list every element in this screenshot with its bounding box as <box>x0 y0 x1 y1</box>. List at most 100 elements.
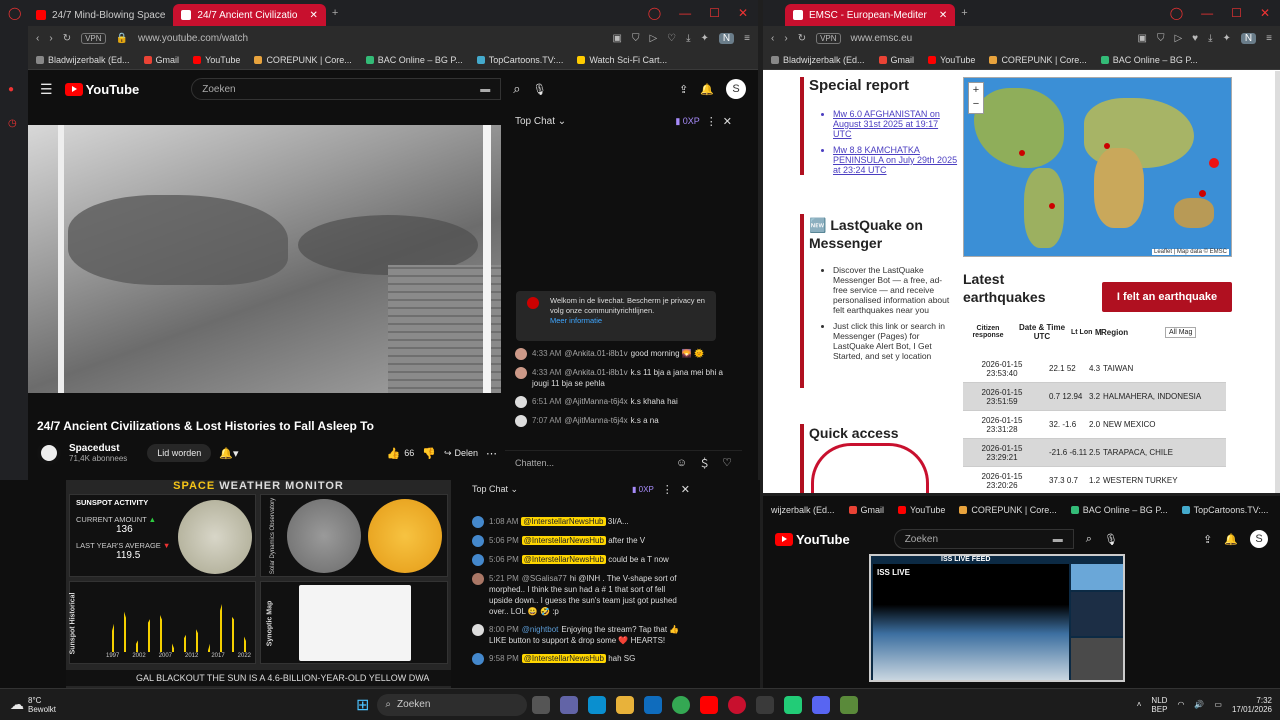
iss-video-player[interactable]: ISS LIVE FEED ISS LIVE <box>869 554 1125 682</box>
space-weather-monitor[interactable]: SPACE WEATHER MONITOR SUNSPOT ACTIVITY C… <box>66 480 451 688</box>
vpn-badge[interactable]: VPN <box>816 32 841 44</box>
bookmark-item[interactable]: BAC Online – BG P... <box>1100 55 1198 65</box>
chat-input[interactable]: Chatten... <box>515 458 664 468</box>
reload-icon[interactable]: ↻ <box>63 33 71 44</box>
quick-access-icons[interactable] <box>811 443 929 493</box>
dislike-icon[interactable]: 👎 <box>422 447 436 460</box>
close-chat-icon[interactable]: ✕ <box>681 483 690 496</box>
edge-icon[interactable] <box>588 695 607 714</box>
xp-badge[interactable]: ▮ 0XP <box>632 485 654 494</box>
chevron-up-icon[interactable]: ˄ <box>1137 700 1142 709</box>
play-icon[interactable]: ▷ <box>649 33 657 44</box>
map-attribution[interactable]: Leaflet | Map data © EMSC <box>1151 249 1229 255</box>
bookmark-item[interactable]: BAC Online – BG P... <box>1070 505 1168 515</box>
menu-icon[interactable]: ≡ <box>1266 33 1272 44</box>
wifi-icon[interactable]: ◠ <box>1177 700 1184 709</box>
url-field[interactable]: www.youtube.com/watch <box>138 33 248 44</box>
close-tab-icon[interactable]: ✕ <box>939 10 947 21</box>
start-button[interactable]: ⊞ <box>356 695 369 715</box>
bookmark-item[interactable]: wijzerbalk (Ed... <box>771 505 835 515</box>
profile-icon[interactable]: N <box>1240 32 1257 44</box>
video-player[interactable] <box>28 125 501 393</box>
keyboard-icon[interactable]: ▬ <box>480 84 490 95</box>
sidebar-red-icon[interactable]: ● <box>8 84 14 95</box>
bookmark-item[interactable]: TopCartoons.TV:... <box>476 55 563 65</box>
close-chat-icon[interactable]: ✕ <box>723 115 732 128</box>
shield-icon[interactable]: ⛉ <box>1157 33 1165 44</box>
bookmark-item[interactable]: BAC Online – BG P... <box>365 55 463 65</box>
bell-icon[interactable]: 🔔 <box>1224 533 1238 546</box>
camera-icon[interactable]: ▣ <box>1138 33 1147 44</box>
tab-emsc[interactable]: EMSC - European-Mediter ✕ <box>785 4 956 26</box>
bookmark-item[interactable]: Bladwijzerbalk (Ed... <box>36 55 130 65</box>
upload-icon[interactable]: ⇪ <box>1203 533 1212 546</box>
search-input[interactable]: Zoeken ▬ <box>191 78 502 100</box>
more-info-link[interactable]: Meer informatie <box>550 316 602 325</box>
task-view-icon[interactable] <box>532 695 551 714</box>
outlook-icon[interactable] <box>644 695 663 714</box>
bookmark-item[interactable]: Bladwijzerbalk (Ed... <box>771 55 865 65</box>
new-tab-icon[interactable]: + <box>961 7 967 19</box>
tab-space[interactable]: 24/7 Mind-Blowing Space <box>28 4 173 26</box>
report-link[interactable]: Mw 6.0 AFGHANISTAN on August 31st 2025 a… <box>833 109 958 139</box>
maximize-icon[interactable]: ☐ <box>709 6 720 20</box>
reload-icon[interactable]: ↻ <box>798 33 806 44</box>
join-button[interactable]: Lid worden <box>147 444 212 462</box>
channel-avatar[interactable] <box>37 441 61 465</box>
youtube-logo[interactable]: YouTube <box>64 82 139 97</box>
battery-icon[interactable]: ▭ <box>1214 700 1222 709</box>
table-row[interactable]: 2026-01-15 23:51:59 0.7 12.94 3.2 HALMAHERA,… <box>963 383 1226 411</box>
back-icon[interactable]: ‹ <box>771 33 774 44</box>
table-row[interactable]: 2026-01-15 23:53:40 22.1 52 4.3 TAIWAN <box>963 355 1226 383</box>
table-row[interactable]: 2026-01-15 23:31:28 32. -1.6 2.0 NEW MEXICO <box>963 411 1226 439</box>
quake-marker[interactable] <box>1019 150 1025 156</box>
bookmark-item[interactable]: Gmail <box>143 55 179 65</box>
like-button[interactable]: 👍 66 <box>387 447 415 460</box>
volume-icon[interactable]: 🔊 <box>1194 700 1204 709</box>
zoom-controls[interactable]: + − <box>968 82 984 114</box>
quake-marker[interactable] <box>1209 158 1219 168</box>
teams-icon[interactable] <box>560 695 579 714</box>
search-input[interactable]: Zoeken ▬ <box>893 529 1074 549</box>
close-window-icon[interactable]: ✕ <box>1260 6 1270 20</box>
profile-icon[interactable]: N <box>718 32 735 44</box>
mic-icon[interactable]: 🎙 <box>533 83 547 96</box>
record-icon[interactable]: ◯ <box>648 6 661 20</box>
magnitude-filter[interactable]: All Mag <box>1165 326 1197 338</box>
new-tab-icon[interactable]: + <box>332 7 338 19</box>
channel-name[interactable]: Spacedust <box>69 443 127 454</box>
table-row[interactable]: 2026-01-15 23:20:26 37.3 0.7 1.2 WESTERN TUR… <box>963 467 1226 493</box>
page-scrollbar[interactable] <box>1275 71 1280 493</box>
taskbar-search[interactable]: ⌕ Zoeken <box>377 693 528 716</box>
chrome-icon[interactable] <box>672 695 691 714</box>
notifications-bell-icon[interactable]: 🔔▾ <box>219 447 238 460</box>
quake-marker[interactable] <box>1104 143 1110 149</box>
weather-widget[interactable]: ☁ 8°C Bewolkt <box>10 696 56 714</box>
shield-icon[interactable]: ⛉ <box>632 33 640 44</box>
xp-badge[interactable]: ▮ 0XP <box>675 116 699 127</box>
youtube-logo[interactable]: YouTube <box>775 532 850 547</box>
report-link[interactable]: Mw 8.8 KAMCHATKA PENINSULA on July 29th … <box>833 145 958 175</box>
bookmark-item[interactable]: YouTube <box>898 505 945 515</box>
clock[interactable]: 7:32 17/01/2026 <box>1232 696 1272 714</box>
menu-icon[interactable]: ≡ <box>744 33 750 44</box>
bookmark-item[interactable]: YouTube <box>928 55 975 65</box>
upload-icon[interactable]: ⇪ <box>679 83 688 96</box>
minimize-icon[interactable]: — <box>679 6 691 20</box>
history-icon[interactable]: ◷ <box>8 118 17 129</box>
download-icon[interactable]: ⤓ <box>1208 33 1212 44</box>
avatar[interactable]: S <box>726 79 746 99</box>
bookmark-item[interactable]: COREPUNK | Core... <box>959 505 1057 515</box>
youtube-app-icon[interactable] <box>700 695 719 714</box>
close-window-icon[interactable]: ✕ <box>738 6 748 20</box>
earthquake-map[interactable]: + − Leaflet | Map data © EMSC <box>963 77 1232 257</box>
dollar-icon[interactable]: ＄ <box>699 455 710 471</box>
search-icon[interactable]: ⌕ <box>513 81 520 97</box>
felt-earthquake-button[interactable]: I felt an earthquake <box>1102 282 1232 312</box>
url-field[interactable]: www.emsc.eu <box>851 33 913 44</box>
opera-logo-icon[interactable]: ◯ <box>8 6 21 20</box>
more-icon[interactable]: ⋯ <box>486 447 497 460</box>
tab-ancient[interactable]: 24/7 Ancient Civilizatio ✕ <box>173 4 326 26</box>
explorer-icon[interactable] <box>616 695 635 714</box>
minecraft-icon[interactable] <box>840 695 859 714</box>
